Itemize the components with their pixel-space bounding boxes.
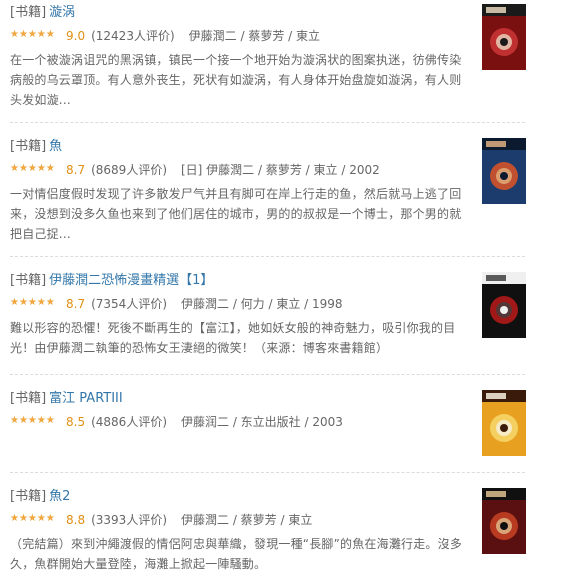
result-title-line: [书籍] 魚2 [10,488,70,506]
result-title-line: [书籍] 魚 [10,138,62,156]
rating-line: ★★★★★ ★★★★★ 8.7 (8689人评价) [日] 伊藤潤二 / 蔡萝芳 / 東… [10,162,380,178]
category-label: [书籍] [10,139,47,154]
result-item: [书籍] 漩涡 ★★★★★ ★★★★★ 9.0 (12423人评价) 伊藤潤二 / 蔡萝芳 … [0,4,575,122]
result-item: [书籍] 富江 PARTIII ★★★★★ ★★★★★ 8.5 (4886人评价) 伊藤润二… [0,390,575,472]
result-item: [书籍] 魚 ★★★★★ ★★★★★ 8.7 (8689人评价) [日] 伊藤潤二 / 蔡萝… [0,138,575,256]
search-results: [书籍] 漩涡 ★★★★★ ★★★★★ 9.0 (12423人评价) 伊藤潤二 / 蔡萝芳 … [0,0,575,586]
stars-filled: ★★★★★ [10,297,55,308]
star-rating-icon: ★★★★★ ★★★★★ [10,163,60,175]
rating-count: (3393人评价) [91,513,167,527]
book-meta: [日] 伊藤潤二 / 蔡萝芳 / 東立 / 2002 [181,163,380,177]
result-divider [10,256,525,257]
book-meta: 伊藤潤二 / 蔡萝芳 / 東立 [181,513,313,527]
rating-line: ★★★★★ ★★★★★ 8.5 (4886人评价) 伊藤润二 / 东立出版社 / 200… [10,414,343,430]
rating-score: 8.7 [66,297,86,311]
gyo2-cover[interactable] [482,488,526,554]
rating-line: ★★★★★ ★★★★★ 8.8 (3393人评价) 伊藤潤二 / 蔡萝芳 / 東立 [10,512,312,528]
result-item: [书籍] 魚2 ★★★★★ ★★★★★ 8.8 (3393人评价) 伊藤潤二 / 蔡萝芳 /… [0,488,575,586]
star-rating-icon: ★★★★★ ★★★★★ [10,297,60,309]
result-title-line: [书籍] 富江 PARTIII [10,390,123,408]
star-rating-icon: ★★★★★ ★★★★★ [10,513,60,525]
book-meta: 伊藤润二 / 东立出版社 / 2003 [181,415,343,429]
category-label: [书籍] [10,391,47,406]
book-title-link[interactable]: 魚 [49,139,62,154]
book-description: （完結篇）來到沖繩渡假的情侶阿忠與華織，發現一種“長腳”的魚在海灘行走。沒多久，… [10,537,463,571]
rating-score: 8.8 [66,513,86,527]
category-label: [书籍] [10,273,47,288]
book-description: 一对情侣度假时发现了许多散发尸气并且有脚可在岸上行走的鱼，然后就马上逃了回来，没… [10,187,462,241]
horror-collection-cover[interactable] [482,272,526,338]
book-description: 難以形容的恐懼！死後不斷再生的【富江】，她如妖女般的神奇魅力，吸引你我的目光！由… [10,321,456,355]
star-rating-icon: ★★★★★ ★★★★★ [10,29,60,41]
book-title-link[interactable]: 漩涡 [49,5,75,20]
rating-count: (8689人评价) [91,163,167,177]
star-rating-icon: ★★★★★ ★★★★★ [10,415,60,427]
rating-score: 8.5 [66,415,86,429]
stars-filled: ★★★★★ [10,415,55,426]
rating-line: ★★★★★ ★★★★★ 8.7 (7354人评价) 伊藤潤二 / 何力 / 東立 / 1… [10,296,343,312]
rating-count: (4886人评价) [91,415,167,429]
book-title-link[interactable]: 富江 PARTIII [49,391,123,406]
result-item: [书籍] 伊藤潤二恐怖漫畫精選【1】 ★★★★★ ★★★★★ 8.7 (7354人评价) 伊… [0,272,575,374]
book-title-link[interactable]: 魚2 [49,489,70,504]
result-title-line: [书籍] 伊藤潤二恐怖漫畫精選【1】 [10,272,213,290]
category-label: [书籍] [10,489,47,504]
stars-filled: ★★★★★ [10,163,55,174]
result-divider [10,122,525,123]
category-label: [书籍] [10,5,47,20]
result-divider [10,472,525,473]
rating-count: (12423人评价) [91,29,175,43]
rating-score: 8.7 [66,163,86,177]
book-meta: 伊藤潤二 / 蔡萝芳 / 東立 [188,29,320,43]
gyo-cover[interactable] [482,138,526,204]
book-title-link[interactable]: 伊藤潤二恐怖漫畫精選【1】 [49,273,213,288]
rating-line: ★★★★★ ★★★★★ 9.0 (12423人评价) 伊藤潤二 / 蔡萝芳 / 東立 [10,28,320,44]
tomie-cover[interactable] [482,390,526,456]
result-divider [10,374,525,375]
uzumaki-cover[interactable] [482,4,526,70]
rating-count: (7354人评价) [91,297,167,311]
stars-filled: ★★★★★ [10,513,55,524]
stars-filled: ★★★★★ [10,29,55,40]
result-title-line: [书籍] 漩涡 [10,4,75,22]
book-meta: 伊藤潤二 / 何力 / 東立 / 1998 [181,297,343,311]
book-description: 在一个被漩涡诅咒的黑涡镇，镇民一个接一个地开始为漩涡状的图案执迷，彷佛传染病般的… [10,53,462,107]
rating-score: 9.0 [66,29,86,43]
